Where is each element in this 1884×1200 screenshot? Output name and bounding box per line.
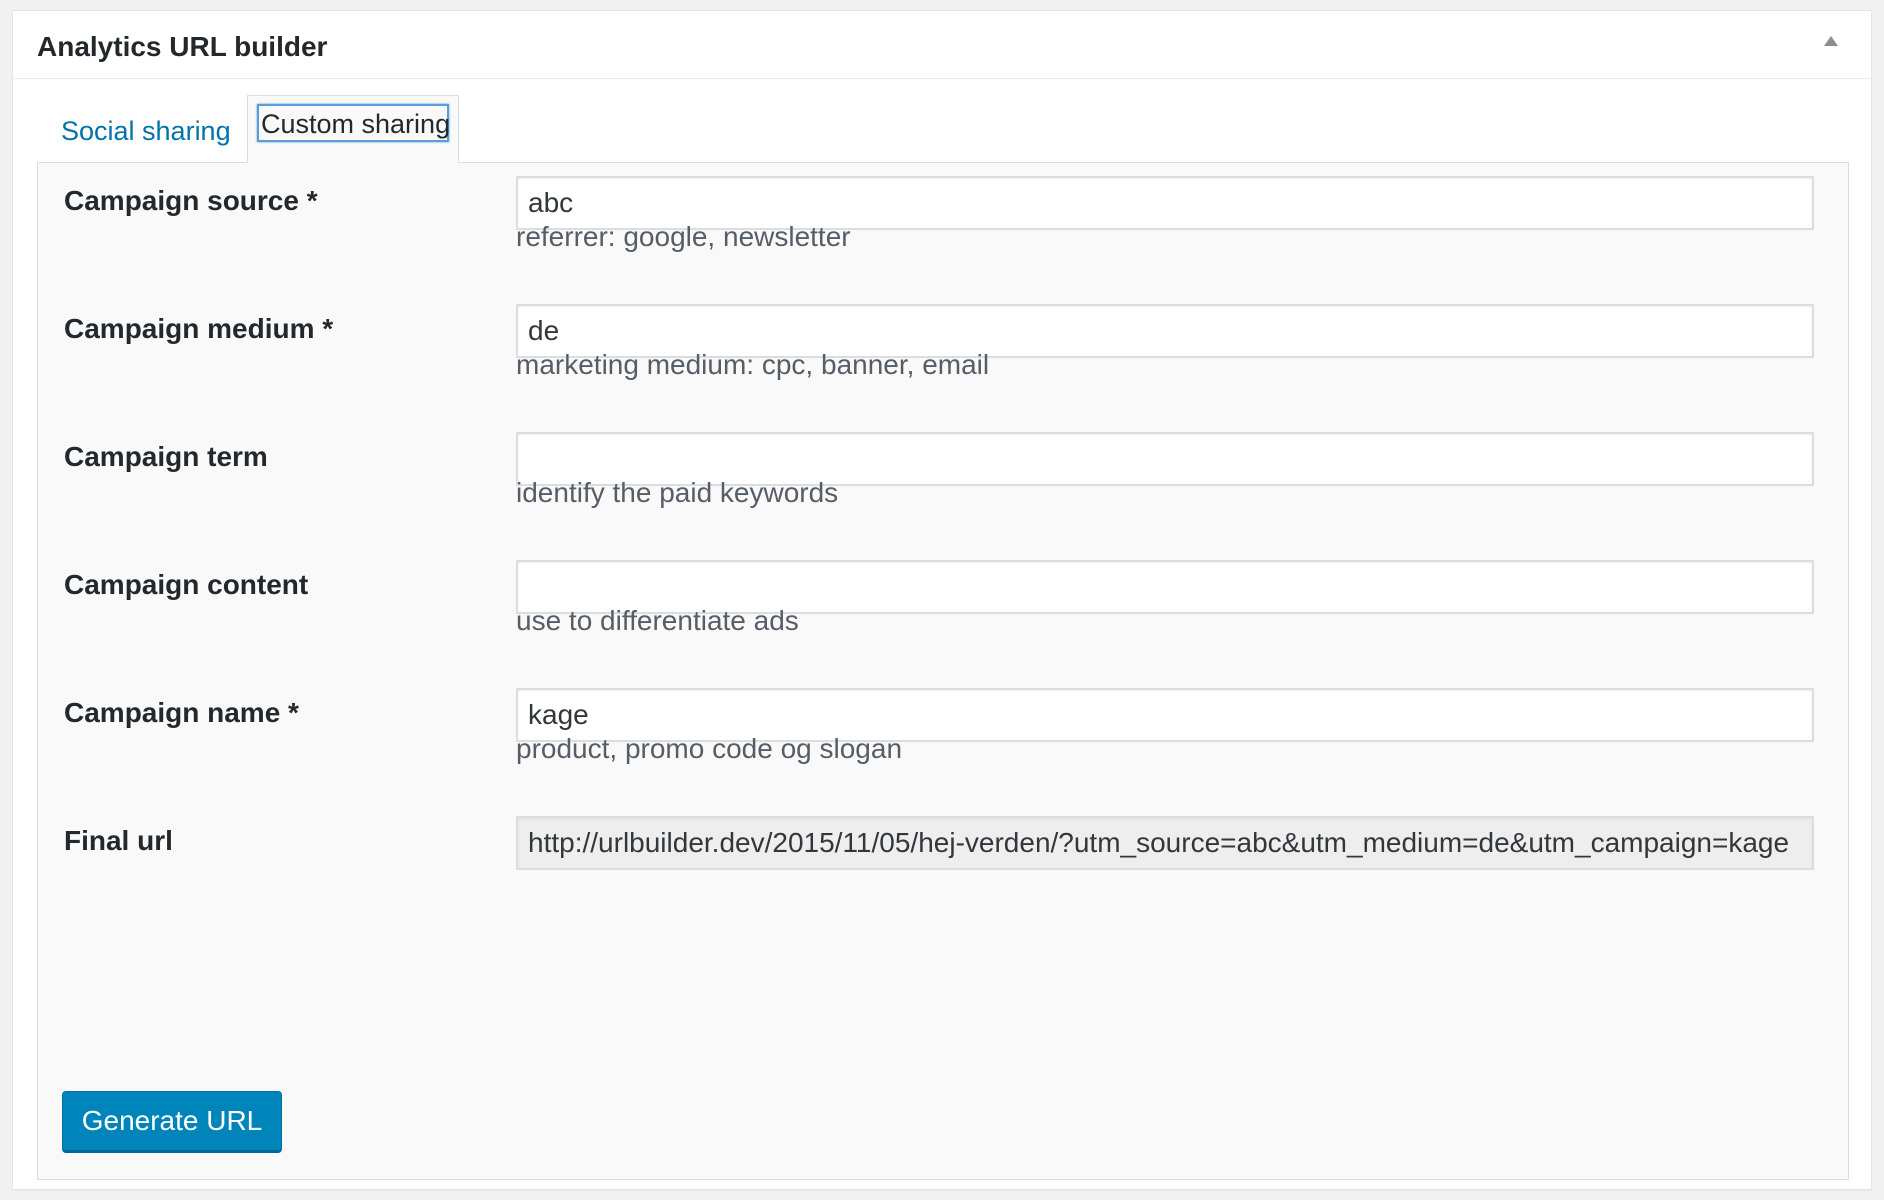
tab-bar: Social sharing Custom sharing (37, 95, 1847, 163)
tab-custom-sharing[interactable]: Custom sharing (247, 95, 459, 163)
generate-url-button[interactable]: Generate URL (62, 1091, 282, 1151)
final-url-field[interactable] (516, 816, 1814, 870)
campaign-source-label: Campaign source * (64, 185, 318, 216)
campaign-medium-label: Campaign medium * (64, 313, 334, 344)
analytics-url-builder-metabox: Analytics URL builder Social sharing Cus… (12, 10, 1872, 1190)
final-url-label: Final url (64, 825, 173, 856)
campaign-name-description: product, promo code og slogan (516, 733, 903, 764)
campaign-term-description: identify the paid keywords (516, 477, 839, 508)
campaign-content-label: Campaign content (64, 569, 309, 600)
metabox-title: Analytics URL builder (37, 31, 328, 62)
campaign-medium-description: marketing medium: cpc, banner, email (516, 349, 990, 380)
custom-sharing-panel: Campaign source * referrer: google, news… (37, 162, 1849, 1180)
campaign-term-label: Campaign term (64, 441, 268, 472)
campaign-source-description: referrer: google, newsletter (516, 221, 851, 252)
tab-custom-sharing-label: Custom sharing (257, 104, 450, 142)
triangle-up-icon (1824, 36, 1838, 46)
campaign-content-description: use to differentiate ads (516, 605, 799, 636)
campaign-name-label: Campaign name * (64, 697, 299, 728)
metabox-header: Analytics URL builder (13, 11, 1871, 79)
collapse-toggle-button[interactable] (1811, 35, 1851, 75)
tab-social-sharing[interactable]: Social sharing (37, 95, 237, 163)
